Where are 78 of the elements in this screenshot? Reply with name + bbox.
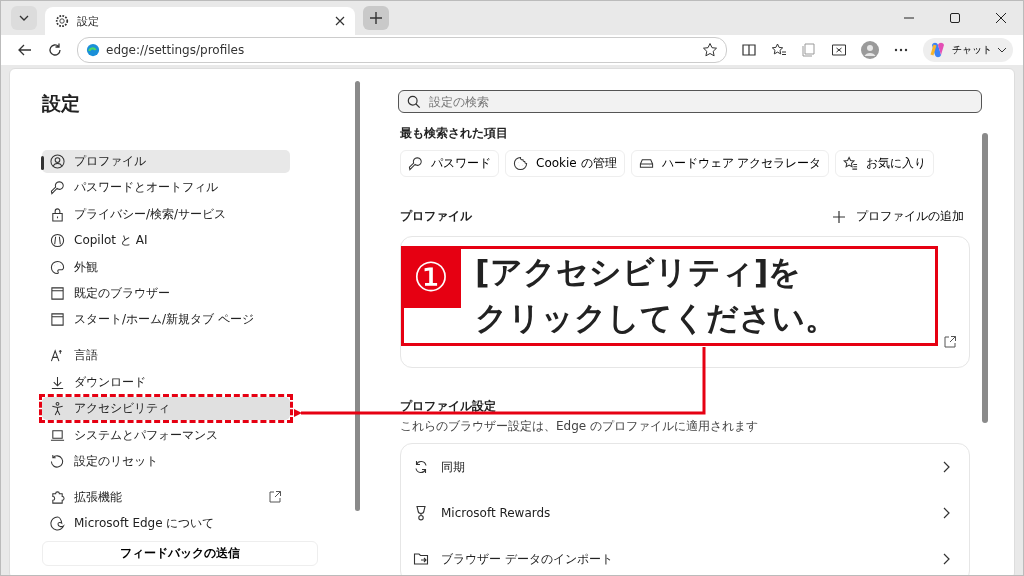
sidebar-item[interactable]: アクセシビリティ — [42, 397, 290, 421]
sidebar-item[interactable]: システムとパフォーマンス — [42, 423, 290, 447]
shortcut-chip[interactable]: お気に入り — [835, 150, 935, 177]
shortcut-chip[interactable]: パスワード — [400, 150, 499, 177]
new-tab-button[interactable] — [363, 6, 389, 30]
settings-row[interactable]: ブラウザー データのインポート — [413, 536, 951, 575]
sidebar-item[interactable]: パスワードとオートフィル — [42, 176, 290, 200]
section-heading: プロファイル設定 — [400, 398, 497, 415]
language-icon — [50, 348, 65, 364]
screenshot-icon[interactable] — [831, 42, 847, 58]
sidebar-item[interactable]: Copilot と AI — [42, 229, 290, 253]
lock-icon — [50, 206, 65, 222]
trophy-icon — [413, 505, 429, 521]
puzzle-icon — [50, 489, 65, 505]
settings-row[interactable]: Microsoft Rewards — [413, 490, 951, 536]
plus-icon — [832, 209, 846, 224]
split-screen-icon[interactable] — [741, 42, 757, 58]
sidebar-item[interactable]: スタート/ホーム/新規タブ ページ — [42, 308, 290, 332]
tab-list-button[interactable] — [11, 6, 37, 30]
laptop-icon — [50, 427, 65, 443]
add-profile-button[interactable]: プロファイルの追加 — [826, 207, 970, 226]
shortcut-chip[interactable]: Cookie の管理 — [505, 150, 625, 177]
star-icon[interactable] — [702, 42, 718, 58]
tab-title: 設定 — [77, 13, 100, 29]
browser-tab[interactable]: 設定 — [45, 7, 355, 35]
external-link-icon[interactable] — [943, 335, 957, 349]
import-folder-icon — [413, 551, 429, 567]
instruction-text: [アクセシビリティ]を — [475, 252, 803, 293]
accessibility-icon — [50, 401, 65, 417]
chevron-down-icon — [997, 45, 1007, 55]
key-icon — [408, 156, 423, 171]
sidebar-item[interactable]: プライバシー/検索/サービス — [42, 202, 290, 226]
search-icon — [407, 94, 421, 109]
sidebar-item[interactable]: Microsoft Edge について — [42, 512, 290, 536]
drive-icon — [638, 156, 654, 171]
refresh-icon[interactable] — [47, 42, 63, 58]
browser-window-icon — [50, 285, 65, 301]
sidebar-item[interactable]: 外観 — [42, 255, 290, 279]
cookie-icon — [513, 156, 528, 171]
close-icon[interactable] — [335, 16, 345, 26]
plus-icon — [369, 11, 383, 25]
download-icon — [50, 374, 65, 390]
sidebar-item[interactable]: 拡張機能 — [42, 485, 290, 509]
search-field[interactable]: 設定の検索 — [398, 90, 982, 113]
person-icon — [50, 154, 65, 169]
address-bar[interactable]: edge://settings/profiles — [77, 37, 727, 63]
key-icon — [50, 180, 65, 196]
search-input[interactable]: 設定の検索 — [427, 93, 973, 110]
close-icon[interactable] — [995, 12, 1007, 24]
page-title: 設定 — [42, 91, 81, 116]
profile-avatar-icon[interactable] — [861, 41, 879, 59]
shortcut-chip[interactable]: ハードウェア アクセラレータ — [630, 150, 830, 177]
settings-row[interactable]: 同期 — [413, 444, 951, 490]
favorites-icon[interactable] — [771, 42, 787, 58]
sidebar-item[interactable]: プロファイル — [42, 150, 290, 173]
feedback-button[interactable]: フィードバックの送信 — [42, 541, 318, 567]
palette-icon — [50, 259, 65, 275]
back-arrow-icon[interactable] — [17, 42, 33, 58]
section-description: これらのブラウザー設定は、Edge のプロファイルに適用されます — [400, 418, 759, 435]
sidebar-item[interactable]: 言語 — [42, 344, 290, 368]
url-text: edge://settings/profiles — [106, 43, 245, 57]
sidebar-item[interactable]: 既定のブラウザー — [42, 281, 290, 305]
instruction-text: クリックしてください。 — [475, 298, 837, 339]
section-heading: 最も検索された項目 — [400, 125, 509, 142]
chat-button[interactable]: チャット — [923, 38, 1013, 62]
chevron-right-icon — [941, 553, 951, 565]
maximize-icon[interactable] — [949, 12, 961, 24]
chevron-right-icon — [941, 461, 951, 473]
chevron-right-icon — [941, 507, 951, 519]
browser-window-icon — [50, 312, 65, 328]
step-number-badge: ① — [401, 246, 461, 308]
reset-icon — [50, 453, 65, 469]
sidebar-item[interactable]: ダウンロード — [42, 370, 290, 394]
sidebar-item[interactable]: 設定のリセット — [42, 449, 290, 473]
star-list-icon — [843, 156, 859, 171]
sync-icon — [413, 459, 429, 475]
settings-icon — [55, 14, 69, 28]
section-heading: プロファイル — [400, 208, 472, 225]
